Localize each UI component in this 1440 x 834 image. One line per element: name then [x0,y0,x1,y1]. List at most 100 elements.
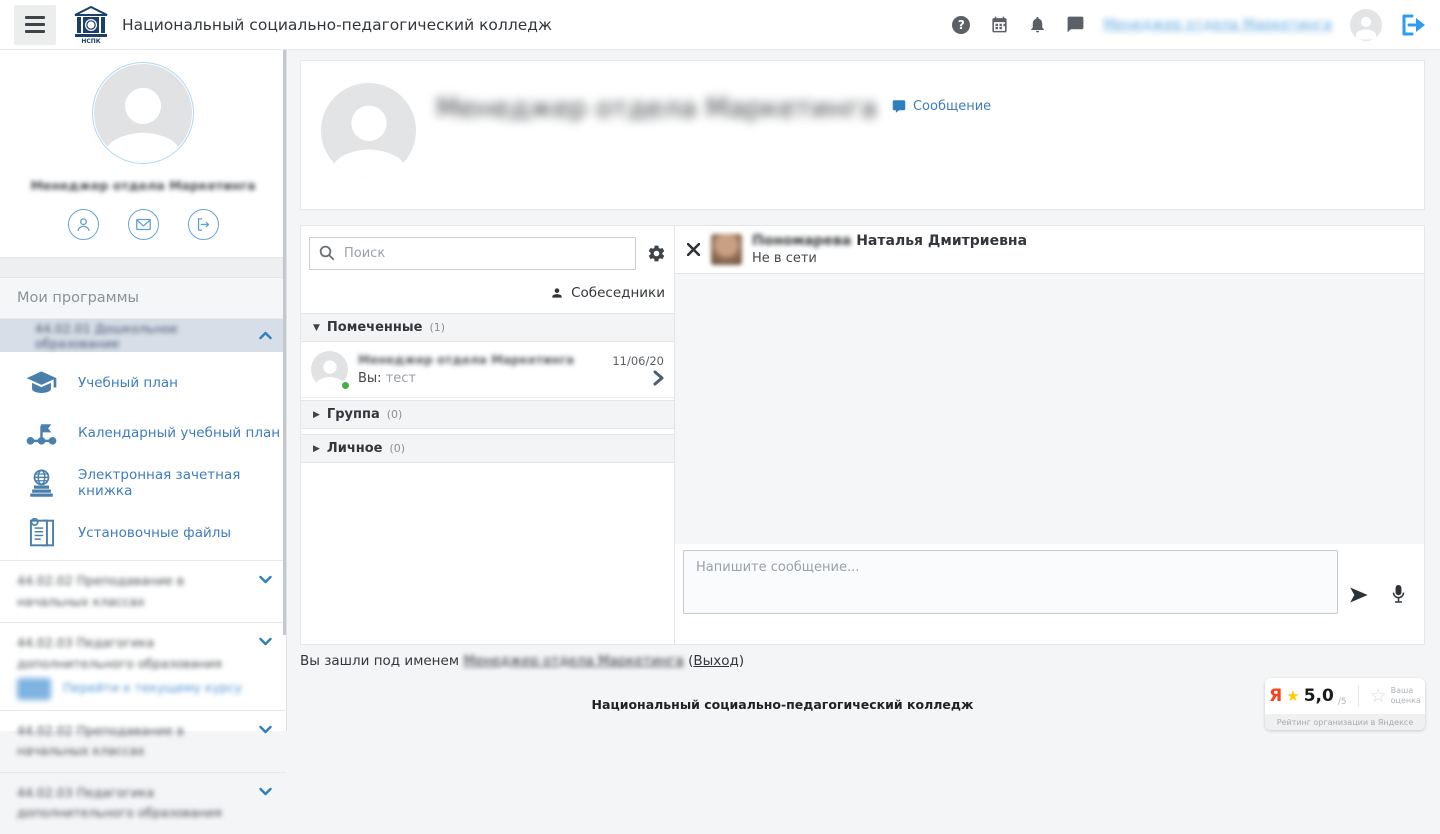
sidebar-item-label: Электронная зачетная книжка [78,467,286,499]
yandex-caption: Рейтинг организации в Яндексе [1265,714,1425,730]
left-sidebar: Менеджер отдела Маркетинга Мои программы… [0,50,287,731]
notifications-bell-icon[interactable] [1027,15,1047,35]
contact-status: Не в сети [752,251,1027,266]
triangle-right-icon: ▶ [313,444,320,454]
main-content: Менеджер отдела Маркетинга Сообщение [287,50,1440,731]
sidebar-scrollbar[interactable] [283,50,286,635]
section-group[interactable]: ▶ Группа (0) [301,400,674,429]
microphone-icon[interactable] [1391,583,1406,606]
chevron-down-icon [259,787,272,796]
calendar-icon[interactable] [989,15,1009,35]
chevron-up-icon [259,331,272,340]
sidebar-profile-avatar[interactable] [92,62,194,164]
star-filled-icon: ★ [1286,687,1299,705]
search-input[interactable] [309,237,636,270]
send-message-label: Сообщение [913,99,991,114]
profile-avatar [321,83,416,178]
program-section-collapsed[interactable]: 44.02.02 Преподавание в начальных класса… [0,560,286,622]
sidebar-item-label: Установочные файлы [78,525,231,541]
college-logo[interactable]: НСПК [70,5,112,45]
course-thumbnail-icon [17,678,51,700]
message-input[interactable] [683,550,1338,614]
course-link[interactable]: Перейти к текущему курсу [63,678,242,699]
online-status-dot [340,380,351,391]
contacts-tab[interactable]: Собеседники [301,276,674,313]
sidebar-profile-name: Менеджер отдела Маркетинга [0,178,286,193]
rating-value: 5,0 [1304,686,1334,706]
sidebar-divider-strip [0,257,286,278]
chevron-down-icon [259,637,272,646]
sidebar-item-label: Календарный учебный план [78,425,280,441]
conversation-list-panel: Собеседники ▼ Помеченные (1) Менедж [301,226,675,644]
section-starred[interactable]: ▼ Помеченные (1) [301,313,674,342]
my-programs-label: Мои программы [0,278,286,319]
messages-icon[interactable] [1065,15,1085,35]
triangle-down-icon: ▼ [313,323,320,333]
close-chat-icon[interactable] [685,242,701,258]
chevron-down-icon [259,575,272,584]
conversation-row[interactable]: Менеджер отдела Маркетинга Вы: тест 11/0… [301,342,674,398]
footer-username-link[interactable]: Менеджер отдела Маркетинга [463,653,683,669]
program-title: 44.02.03 Педагогика дополнительного обра… [17,635,222,671]
program-title: 44.02.01 Дошкольное образование [35,321,259,351]
yandex-rating-badge[interactable]: Я ★ 5,0 /5 ☆ Ваша оценка Рейтинг организ… [1265,678,1425,730]
contacts-label: Собеседники [571,285,665,301]
message-bubble-icon [891,99,907,114]
globe-books-icon [25,467,58,500]
login-status-line: Вы зашли под именем Менеджер отдела Марк… [300,653,1425,669]
chat-panel: Пономарева Наталья Дмитриевна Не в сети [675,226,1424,644]
chevron-right-icon [653,370,664,386]
program-section-collapsed[interactable]: 44.02.03 Педагогика дополнительного обра… [0,772,286,834]
college-logo-icon: НСПК [73,6,109,44]
sidebar-item-curriculum[interactable]: Учебный план [0,358,286,408]
profile-header-card: Менеджер отдела Маркетинга Сообщение [300,60,1425,210]
sidebar-item-calendar-plan[interactable]: Календарный учебный план [0,408,286,458]
profile-heading: Менеджер отдела Маркетинга [436,93,877,124]
svg-text:НСПК: НСПК [81,38,100,44]
triangle-right-icon: ▶ [313,410,320,420]
chat-contact-avatar [711,234,742,265]
star-outline-icon: ☆ [1370,685,1387,707]
yandex-logo: Я [1269,686,1282,706]
exit-icon[interactable] [188,209,219,240]
header-avatar[interactable] [1350,9,1382,41]
program-nav-list: Учебный план Календарный учебный план [0,352,286,560]
program-section-collapsed[interactable]: 44.02.03 Педагогика дополнительного обра… [0,622,286,709]
footer-college-name: Национальный социально-педагогический ко… [300,675,1265,712]
search-icon [318,244,336,262]
email-icon[interactable] [128,209,159,240]
help-icon[interactable]: ? [951,15,971,35]
contact-surname: Пономарева [752,233,851,249]
conversation-date: 11/06/20 [612,354,664,368]
chat-input-area [675,544,1424,644]
menu-toggle-button[interactable] [14,5,56,45]
last-message-preview: тест [386,371,416,386]
logout-link[interactable]: Выход [693,653,739,669]
settings-gear-icon[interactable] [645,243,667,265]
person-icon [550,286,564,300]
profile-icon[interactable] [68,209,99,240]
contact-name: Наталья Дмитриевна [856,233,1027,249]
documents-icon [25,517,58,550]
chat-header: Пономарева Наталья Дмитриевна Не в сети [675,226,1424,274]
program-title: 44.02.02 Преподавание в начальных класса… [17,571,259,612]
chat-message-history[interactable] [675,274,1424,544]
top-header: НСПК Национальный социально-педагогическ… [0,0,1440,50]
program-title: 44.02.03 Педагогика дополнительного обра… [17,783,259,824]
page-title: Национальный социально-педагогический ко… [122,16,552,34]
header-username-link[interactable]: Менеджер отдела Маркетинга [1103,17,1332,33]
program-section-collapsed[interactable]: 44.02.02 Преподавание в начальных класса… [0,710,286,772]
send-message-link[interactable]: Сообщение [891,99,991,114]
logout-icon[interactable] [1400,12,1426,38]
messenger-panel: Собеседники ▼ Помеченные (1) Менедж [300,225,1425,645]
graduation-cap-icon [25,367,58,400]
sidebar-item-gradebook[interactable]: Электронная зачетная книжка [0,458,286,508]
program-title: 44.02.02 Преподавание в начальных класса… [17,721,259,762]
send-message-icon[interactable] [1348,585,1369,605]
sidebar-item-setup-files[interactable]: Установочные файлы [0,508,286,558]
milestones-icon [25,417,58,450]
chevron-down-icon [259,725,272,734]
section-personal[interactable]: ▶ Личное (0) [301,434,674,463]
program-section-expanded[interactable]: 44.02.01 Дошкольное образование [0,319,286,352]
conversation-name: Менеджер отдела Маркетинга [358,353,612,367]
